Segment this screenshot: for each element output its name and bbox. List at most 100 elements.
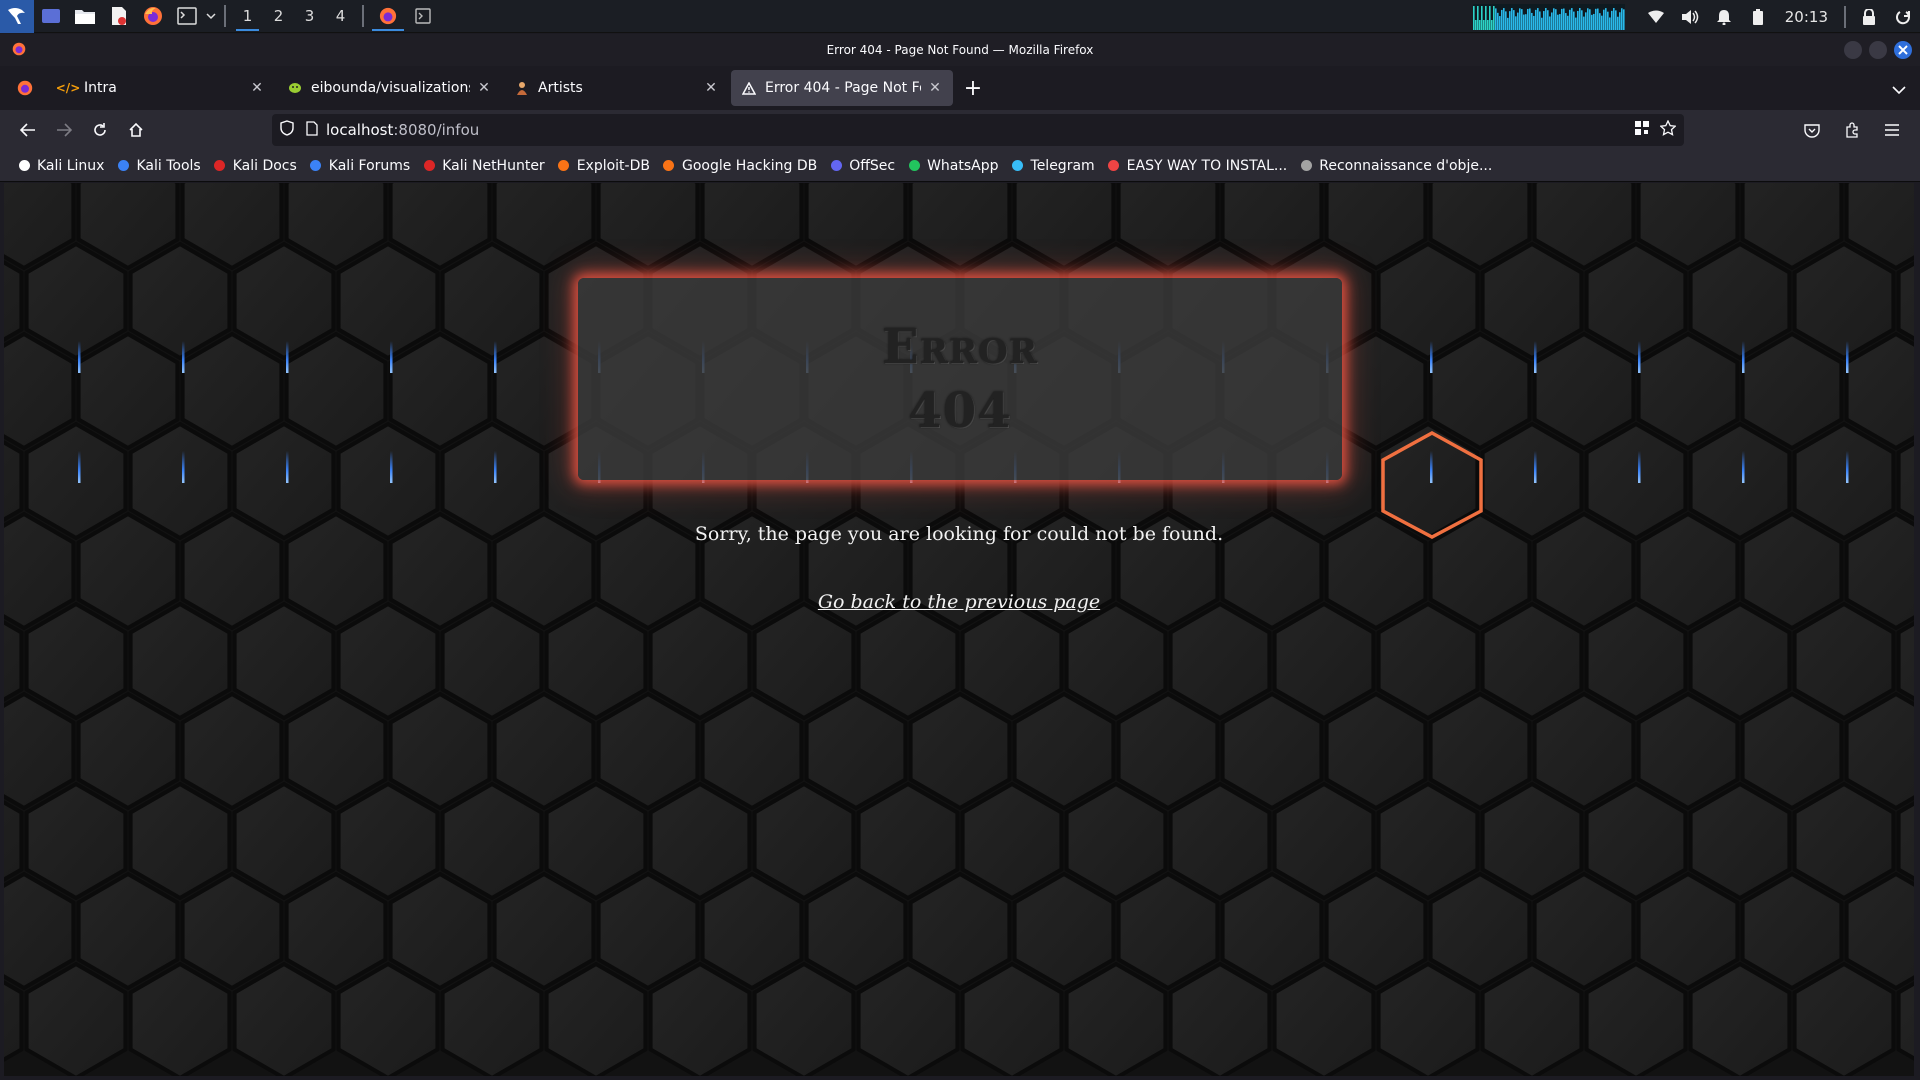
firefox-task-icon[interactable] [370,0,406,33]
top-panel: 1 2 3 4 20:13 [0,0,1920,33]
workspace-1[interactable]: 1 [232,0,263,33]
bookmark-label: Kali Tools [136,157,201,174]
reload-button[interactable] [82,114,118,146]
maximize-button[interactable] [1869,41,1887,59]
tracking-protection-shield-icon[interactable] [280,120,294,140]
bookmark-item[interactable]: WhatsApp [906,158,999,174]
tab-close-icon[interactable]: ✕ [927,80,943,96]
text-editor-icon[interactable] [102,0,136,33]
bookmark-item[interactable]: Exploit-DB [556,158,650,174]
minimize-button[interactable] [1844,41,1862,59]
blue-spark-line [1638,341,1641,373]
tab-title: Error 404 - Page Not Found [765,80,921,96]
power-icon[interactable] [1886,0,1920,33]
tab-intra[interactable]: </> Intra ✕ [50,70,275,106]
error-box: Error 404 [578,278,1342,480]
blue-spark-line [286,341,289,373]
battery-icon[interactable] [1741,0,1775,33]
bookmark-item[interactable]: Reconnaissance d'obje... [1298,158,1492,174]
blue-spark-line [494,451,497,483]
bookmarks-toolbar: Kali Linux Kali Tools Kali Docs Kali Forums… [0,150,1920,182]
kali-menu-icon[interactable] [0,0,34,33]
wifi-icon[interactable] [1639,0,1673,33]
firefox-icon [17,80,33,96]
tab-close-icon[interactable]: ✕ [476,80,492,96]
bookmark-favicon-icon [16,158,32,174]
github-icon [287,80,303,96]
warning-icon [741,80,757,96]
bookmark-item[interactable]: Kali NetHunter [421,157,545,174]
bookmark-item[interactable]: EASY WAY TO INSTAL... [1106,157,1288,174]
blue-spark-line [1430,341,1433,373]
blue-spark-line [1846,451,1849,483]
bookmark-label: Kali NetHunter [442,157,545,174]
back-link-row: Go back to the previous page [4,591,1914,613]
workspace-3[interactable]: 3 [294,0,325,33]
blue-spark-line [1534,451,1537,483]
bookmark-label: EASY WAY TO INSTAL... [1126,157,1288,174]
bookmark-label: Kali Forums [328,157,411,174]
bookmark-star-icon[interactable] [1659,119,1677,140]
bookmark-favicon-icon [828,158,844,174]
pocket-button[interactable] [1794,114,1830,146]
bookmark-item[interactable]: Kali Docs [212,158,297,174]
terminal-launcher-icon[interactable] [170,0,204,33]
url-bar[interactable]: localhost:8080/infou [272,114,1684,146]
firefox-view-button[interactable] [0,66,50,110]
page-info-icon[interactable] [306,120,318,140]
bookmark-item[interactable]: Telegram [1010,158,1095,174]
bookmark-label: OffSec [849,157,896,174]
home-icon [129,122,143,137]
workspace-2[interactable]: 2 [263,0,294,33]
panel-separator [1844,5,1846,28]
blue-spark-line [1534,341,1537,373]
error-message: Sorry, the page you are looking for coul… [694,523,1224,545]
bookmark-item[interactable]: Kali Forums [308,158,410,174]
chevron-down-icon[interactable] [204,0,218,33]
firefox-launcher-icon[interactable] [136,0,170,33]
qr-code-icon[interactable] [1634,120,1650,140]
tab-title: Intra [84,80,117,96]
hamburger-menu-icon [1885,124,1899,136]
terminal-task-icon[interactable] [406,0,440,33]
bookmark-item[interactable]: Kali Linux [16,158,104,174]
go-back-link[interactable]: Go back to the previous page [818,591,1100,613]
tab-error-404[interactable]: Error 404 - Page Not Found ✕ [731,70,953,106]
window-titlebar: Error 404 - Page Not Found — Mozilla Fir… [0,34,1920,66]
back-button[interactable] [10,114,46,146]
url-host: localhost [326,121,394,139]
tab-artists[interactable]: Artists ✕ [504,70,729,106]
window-title: Error 404 - Page Not Found — Mozilla Fir… [826,43,1094,57]
notification-bell-icon[interactable] [1707,0,1741,33]
blue-spark-line [78,451,81,483]
bookmark-label: Telegram [1030,157,1095,174]
tab-close-icon[interactable]: ✕ [703,80,719,96]
app-menu-button[interactable] [1874,114,1910,146]
bookmark-favicon-icon [1010,158,1026,174]
list-all-tabs-icon[interactable] [1892,80,1906,99]
close-icon [1898,45,1908,55]
tab-title: Artists [538,80,583,96]
tab-title: eibounda/visualizations - [311,80,470,96]
volume-icon[interactable] [1673,0,1707,33]
tab-close-icon[interactable]: ✕ [249,80,265,96]
bookmark-favicon-icon [661,158,677,174]
forward-button[interactable] [46,114,82,146]
lock-icon[interactable] [1852,0,1886,33]
tab-github[interactable]: eibounda/visualizations - ✕ [277,70,502,106]
blue-spark-line [390,451,393,483]
new-tab-button[interactable]: + [955,70,991,106]
close-window-button[interactable] [1894,41,1912,59]
extensions-button[interactable] [1834,114,1870,146]
blue-spark-line [1638,451,1641,483]
url-text[interactable]: localhost:8080/infou [326,121,479,139]
file-manager-icon[interactable] [68,0,102,33]
bookmark-item[interactable]: Kali Tools [115,157,201,174]
home-button[interactable] [118,114,154,146]
bookmark-item[interactable]: Google Hacking DB [661,158,817,174]
workspace-4[interactable]: 4 [325,0,356,33]
clock[interactable]: 20:13 [1775,8,1838,26]
show-desktop-icon[interactable] [34,0,68,33]
bookmark-item[interactable]: OffSec [828,158,895,174]
artist-icon [514,80,530,96]
